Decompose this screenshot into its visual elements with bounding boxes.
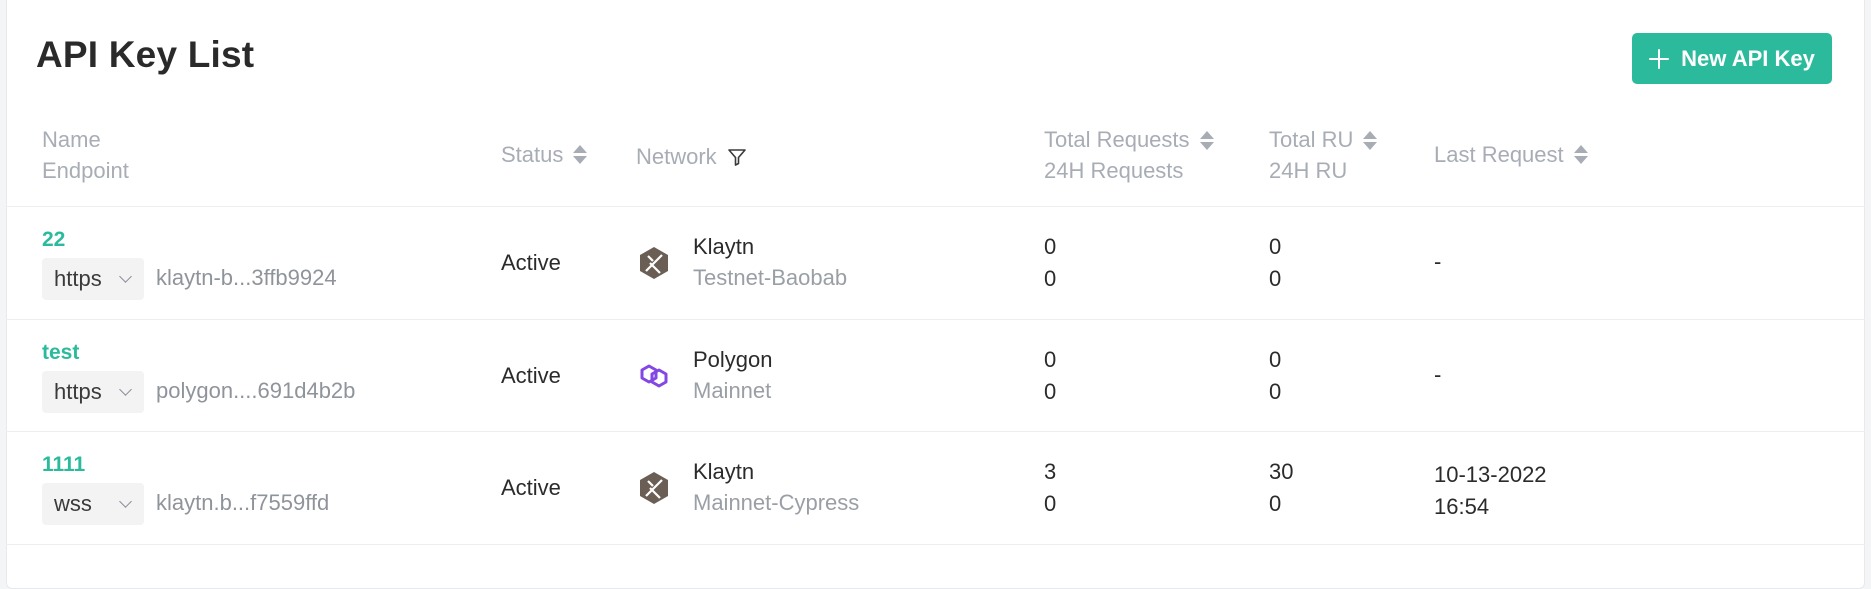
last-request-time: 16:54 (1434, 494, 1490, 519)
header-24h-requests-label: 24H Requests (1044, 158, 1184, 183)
total-requests-value: 0 (1044, 234, 1057, 259)
table-row: 1111 wss klaytn.b...f7559ffd Active Klay… (0, 432, 1871, 544)
requests-24h-value: 0 (1044, 266, 1057, 291)
requests-24h-value: 0 (1044, 379, 1057, 404)
network-name: Klaytn (693, 459, 755, 484)
header-total-ru-label: Total RU (1269, 127, 1354, 152)
new-api-key-label: New API Key (1681, 45, 1815, 71)
protocol-select[interactable]: https (42, 258, 144, 300)
header-name-label: Name (42, 127, 101, 152)
sort-icon[interactable] (1199, 130, 1214, 150)
protocol-value: wss (54, 491, 92, 516)
requests-24h-value: 0 (1044, 491, 1057, 516)
klaytn-icon (640, 247, 668, 279)
sort-icon[interactable] (1363, 130, 1378, 150)
network-subtype: Mainnet-Cypress (693, 490, 860, 515)
protocol-select[interactable]: https (42, 371, 144, 413)
total-ru-value: 0 (1269, 347, 1282, 372)
divider (6, 544, 1865, 545)
column-header-status[interactable]: Status (501, 139, 588, 170)
chevron-down-icon (119, 495, 132, 508)
chevron-down-icon (119, 383, 132, 396)
page-title: API Key List (36, 34, 255, 75)
status-text: Active (501, 475, 561, 500)
last-request-value: - (1434, 246, 1441, 278)
column-header-ru[interactable]: Total RU 24H RU (1269, 124, 1378, 186)
klaytn-icon (640, 472, 668, 504)
last-request-value: - (1434, 359, 1441, 391)
total-ru-value: 0 (1269, 234, 1282, 259)
chevron-down-icon (119, 270, 132, 283)
column-header-name: Name Endpoint (42, 124, 129, 186)
column-header-last-request[interactable]: Last Request (1434, 139, 1588, 170)
header-total-requests-label: Total Requests (1044, 127, 1190, 152)
ru-24h-value: 0 (1269, 491, 1282, 516)
total-ru-value: 30 (1269, 459, 1294, 484)
sort-icon[interactable] (573, 145, 588, 164)
filter-icon[interactable] (727, 147, 747, 167)
table-row: 22 https klaytn-b...3ffb9924 Active Klay… (0, 207, 1871, 319)
last-request-date: - (1434, 249, 1442, 274)
endpoint-url[interactable]: klaytn.b...f7559ffd (156, 490, 329, 516)
total-requests-value: 3 (1044, 459, 1057, 484)
header-network-label: Network (636, 144, 717, 169)
network-name: Polygon (693, 347, 773, 372)
table-row: test https polygon....691d4b2b Active Po… (0, 320, 1871, 432)
column-header-requests[interactable]: Total Requests 24H Requests (1044, 124, 1214, 186)
protocol-select[interactable]: wss (42, 483, 144, 525)
column-header-network[interactable]: Network (636, 141, 747, 172)
header-endpoint-label: Endpoint (42, 158, 129, 183)
protocol-value: https (54, 379, 102, 404)
api-key-name-link[interactable]: 22 (42, 228, 65, 252)
status-text: Active (501, 250, 561, 275)
header-24h-ru-label: 24H RU (1269, 158, 1348, 183)
total-requests-value: 0 (1044, 347, 1057, 372)
network-subtype: Mainnet (693, 378, 772, 403)
last-request-date: 10-13-2022 (1434, 462, 1547, 487)
header-last-request-label: Last Request (1434, 142, 1564, 167)
endpoint-url[interactable]: polygon....691d4b2b (156, 378, 355, 404)
ru-24h-value: 0 (1269, 379, 1282, 404)
network-subtype: Testnet-Baobab (693, 265, 848, 290)
polygon-icon (640, 364, 668, 388)
api-key-name-link[interactable]: 1111 (42, 453, 85, 477)
sort-icon[interactable] (1573, 145, 1588, 164)
network-name: Klaytn (693, 234, 755, 259)
ru-24h-value: 0 (1269, 266, 1282, 291)
protocol-value: https (54, 266, 102, 291)
status-text: Active (501, 363, 561, 388)
api-key-name-link[interactable]: test (42, 341, 79, 365)
last-request-date: - (1434, 362, 1442, 387)
plus-icon (1649, 48, 1670, 69)
new-api-key-button[interactable]: New API Key (1632, 33, 1832, 84)
header-status-label: Status (501, 142, 564, 167)
endpoint-url[interactable]: klaytn-b...3ffb9924 (156, 265, 337, 291)
last-request-value: 10-13-2022 16:54 (1434, 459, 1547, 523)
